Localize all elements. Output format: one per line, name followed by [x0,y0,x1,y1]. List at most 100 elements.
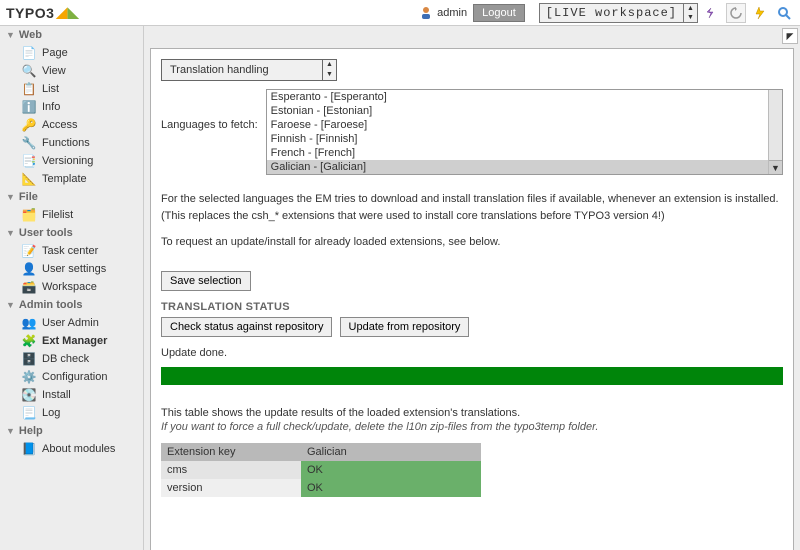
scroll-down-icon[interactable]: ▼ [769,160,782,174]
nav-item-label: List [42,83,59,95]
nav-item-template[interactable]: 📐Template [0,170,143,188]
nav-group-user-tools[interactable]: ▼User tools [0,224,143,242]
workspace-icon: 🗃️ [22,280,36,294]
table-row: versionOK [161,479,481,497]
nav-item-page[interactable]: 📄 Page [0,44,143,62]
chevron-down-icon: ▼ [6,192,15,202]
nav-item-about-modules[interactable]: 📘 About modules [0,440,143,458]
template-icon: 📐 [22,172,36,186]
language-option[interactable]: Galician - [Galician] [267,160,782,174]
ext-manager-icon: 🧩 [22,334,36,348]
install-icon: 💽 [22,388,36,402]
nav-item-view[interactable]: 🔍 View [0,62,143,80]
nav-item-label: View [42,65,66,77]
chevron-down-icon: ▼ [6,30,15,40]
user-icon [419,6,433,20]
nav-group-help[interactable]: ▼Help [0,422,143,440]
workspace-select[interactable]: [LIVE workspace] ▲▼ [539,3,698,23]
language-option[interactable]: Estonian - [Estonian] [267,104,782,118]
nav-item-label: Log [42,407,60,419]
configuration-icon: ⚙️ [22,370,36,384]
table-row: cmsOK [161,461,481,479]
result-hint-text: If you want to force a full check/update… [161,421,783,433]
nav-item-label: Ext Manager [42,335,107,347]
nav-item-workspace[interactable]: 🗃️ Workspace [0,278,143,296]
workspace-spinner[interactable]: ▲▼ [683,4,697,22]
nav-item-list[interactable]: 📋 List [0,80,143,98]
update-done-text: Update done. [161,347,783,359]
nav-item-db-check[interactable]: 🗄️ DB check [0,350,143,368]
search-icon[interactable] [774,3,794,23]
nav-item-user-settings[interactable]: 👤 User settings [0,260,143,278]
chevron-down-icon: ▼ [6,426,15,436]
language-option[interactable]: Finnish - [Finnish] [267,132,782,146]
nav-item-label: Functions [42,137,90,149]
log-icon: 📃 [22,406,36,420]
cell-ext-key: cms [161,461,301,479]
nav-item-versioning[interactable]: 📑Versioning [0,152,143,170]
th-ext-key: Extension key [161,443,301,461]
nav-item-label: About modules [42,443,115,455]
languages-label: Languages to fetch: [161,89,258,175]
nav-group-admin-tools[interactable]: ▼Admin tools [0,296,143,314]
about-modules-icon: 📘 [22,442,36,456]
access-icon: 🔑 [22,118,36,132]
nav-item-functions[interactable]: 🔧 Functions [0,134,143,152]
main-area: ◤ Translation handling ▲▼ Languages to f… [144,26,800,550]
nav-item-user-admin[interactable]: 👥User Admin [0,314,143,332]
listbox-scrollbar[interactable]: ▼ [768,90,782,174]
nav-item-label: Versioning [42,155,93,167]
nav-item-label: Filelist [42,209,73,221]
th-lang: Galician [301,443,481,461]
cache-icon[interactable] [702,3,722,23]
nav-item-filelist[interactable]: 🗂️ Filelist [0,206,143,224]
language-option[interactable]: Faroese - [Faroese] [267,118,782,132]
result-intro-text: This table shows the update results of t… [161,407,783,419]
action-select-value: Translation handling [162,64,322,76]
description-text-1: For the selected languages the EM tries … [161,191,783,224]
language-option[interactable]: Esperanto - [Esperanto] [267,90,782,104]
workspace-value: [LIVE workspace] [540,6,683,20]
top-bar: TYPO3 ◢◣ admin Logout [LIVE workspace] ▲… [0,0,800,26]
view-icon: 🔍 [22,64,36,78]
action-select[interactable]: Translation handling ▲▼ [161,59,337,81]
list-icon: 📋 [22,82,36,96]
collapse-icon[interactable]: ◤ [782,28,798,44]
languages-listbox[interactable]: Esperanto - [Esperanto]Estonian - [Eston… [266,89,783,175]
nav-item-label: Workspace [42,281,97,293]
save-selection-button[interactable]: Save selection [161,271,251,291]
nav-item-label: Info [42,101,60,113]
update-repo-button[interactable]: Update from repository [340,317,470,337]
logo-icon: ◢◣ [56,4,79,21]
nav-item-log[interactable]: 📃 Log [0,404,143,422]
functions-icon: 🔧 [22,136,36,150]
results-table: Extension key Galician cmsOKversionOK [161,443,481,497]
user-settings-icon: 👤 [22,262,36,276]
check-status-button[interactable]: Check status against repository [161,317,332,337]
nav-item-label: Install [42,389,71,401]
refresh-icon[interactable] [726,3,746,23]
content-panel: Translation handling ▲▼ Languages to fet… [150,48,794,550]
logout-button[interactable]: Logout [473,4,525,22]
nav-item-label: DB check [42,353,89,365]
nav-group-web[interactable]: ▼Web [0,26,143,44]
nav-item-configuration[interactable]: ⚙️Configuration [0,368,143,386]
page-icon: 📄 [22,46,36,60]
nav-item-access[interactable]: 🔑Access [0,116,143,134]
nav-item-info[interactable]: ℹ️Info [0,98,143,116]
filelist-icon: 🗂️ [22,208,36,222]
nav-item-task-center[interactable]: 📝Task center [0,242,143,260]
nav-item-ext-manager[interactable]: 🧩 Ext Manager [0,332,143,350]
language-option[interactable]: French - [French] [267,146,782,160]
sidebar: ▼Web 📄 Page 🔍 View 📋 List ℹ️Info🔑Access 🔧 Functio… [0,26,144,550]
chevron-down-icon: ▼ [6,228,15,238]
nav-item-label: User settings [42,263,106,275]
nav-item-install[interactable]: 💽 Install [0,386,143,404]
cell-status: OK [301,479,481,497]
nav-item-label: Page [42,47,68,59]
db-check-icon: 🗄️ [22,352,36,366]
nav-group-file[interactable]: ▼File [0,188,143,206]
chevron-down-icon: ▼ [6,300,15,310]
description-text-2: To request an update/install for already… [161,234,783,251]
bolt-icon[interactable] [750,3,770,23]
